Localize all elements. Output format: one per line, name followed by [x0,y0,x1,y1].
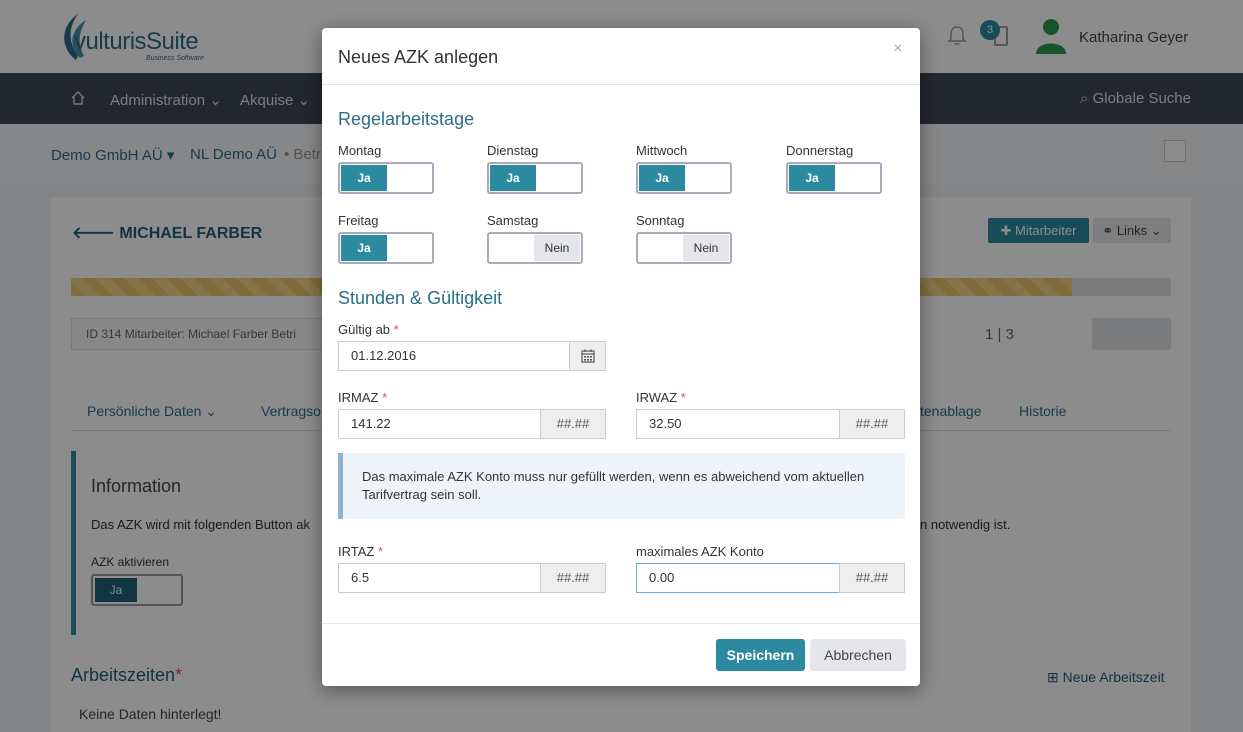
toggle-montag[interactable]: Ja [338,162,434,194]
toggle-on-part: Ja [341,165,387,191]
gueltig-ab-input[interactable]: 01.12.2016 [338,341,570,371]
label-sonntag: Sonntag [636,213,685,228]
label-montag: Montag [338,143,382,158]
toggle-freitag[interactable]: Ja [338,232,434,264]
toggle-off-part: Nein [534,235,580,261]
label-max-azk-konto: maximales AZK Konto [636,544,764,559]
irtaz-input[interactable]: 6.5 [338,563,541,593]
calendar-button[interactable] [569,341,606,371]
max-azk-format-addon: ##.## [839,563,905,593]
calendar-icon [581,349,595,363]
label-donnerstag: Donnerstag [786,143,854,158]
label-freitag: Freitag [338,213,379,228]
close-icon[interactable]: × [893,40,902,58]
label-irtaz: IRTAZ * [338,544,384,559]
label-dienstag: Dienstag [487,143,539,158]
toggle-samstag[interactable]: Nein [487,232,583,264]
toggle-on-part: Ja [789,165,835,191]
toggle-on-part: Ja [490,165,536,191]
irwaz-input[interactable]: 32.50 [636,409,840,439]
label-irmaz: IRMAZ * [338,390,388,405]
modal-footer-divider [322,623,920,624]
irtaz-format-addon: ##.## [540,563,606,593]
info-alert: Das maximale AZK Konto muss nur gefüllt … [338,453,905,519]
section-stunden-gueltigkeit: Stunden & Gültigkeit [338,288,503,308]
toggle-mittwoch[interactable]: Ja [636,162,732,194]
toggle-off-part: Nein [683,235,729,261]
irwaz-format-addon: ##.## [839,409,905,439]
toggle-dienstag[interactable]: Ja [487,162,583,194]
irmaz-input[interactable]: 141.22 [338,409,541,439]
toggle-donnerstag[interactable]: Ja [786,162,882,194]
toggle-on-part: Ja [639,165,685,191]
label-mittwoch: Mittwoch [636,143,688,158]
max-azk-konto-input[interactable]: 0.00 [636,563,840,593]
save-button[interactable]: Speichern [716,639,805,671]
new-azk-modal: Neues AZK anlegen × Regelarbeitstage Mon… [322,28,920,686]
label-gueltig-ab: Gültig ab * [338,322,399,337]
irmaz-format-addon: ##.## [540,409,606,439]
cancel-button[interactable]: Abbrechen [810,639,906,671]
toggle-on-part: Ja [341,235,387,261]
modal-title: Neues AZK anlegen [338,47,499,67]
toggle-sonntag[interactable]: Nein [636,232,732,264]
label-samstag: Samstag [487,213,539,228]
section-regelarbeitstage: Regelarbeitstage [338,109,475,129]
label-irwaz: IRWAZ * [636,390,686,405]
alert-text: Das maximale AZK Konto muss nur gefüllt … [362,469,865,502]
modal-header: Neues AZK anlegen × [322,28,920,85]
